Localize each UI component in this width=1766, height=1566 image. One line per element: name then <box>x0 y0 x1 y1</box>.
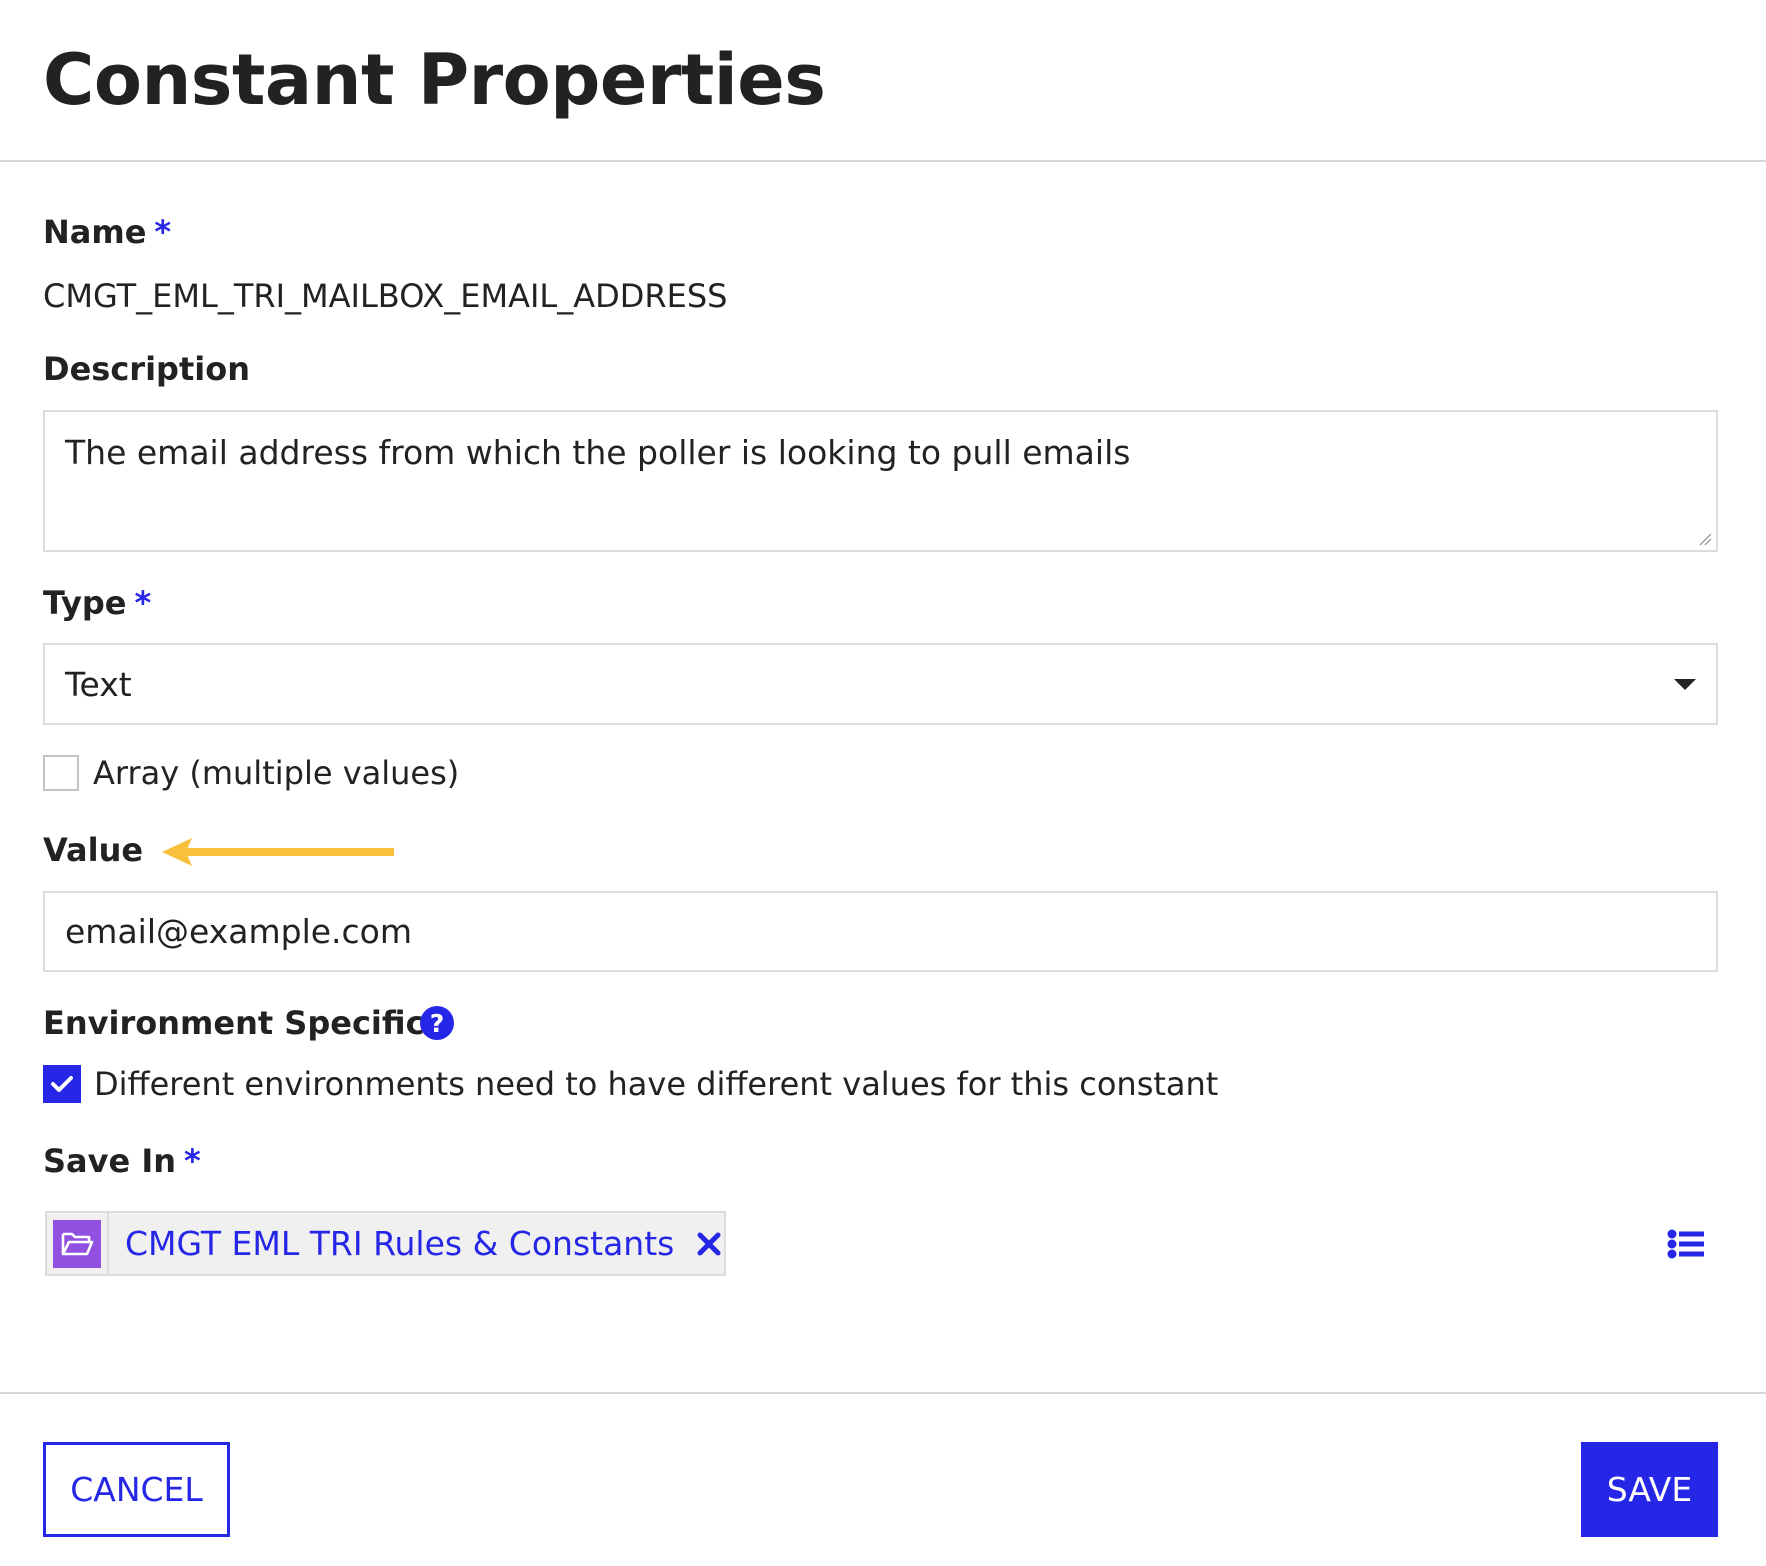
remove-chip-close-icon[interactable] <box>696 1231 722 1257</box>
help-icon[interactable]: ? <box>420 1006 454 1040</box>
value-input[interactable] <box>43 891 1718 972</box>
environment-specific-checkbox-label: Different environments need to have diff… <box>94 1065 1219 1103</box>
name-label: Name * <box>43 212 171 252</box>
name-label-text: Name <box>43 213 147 251</box>
required-marker: * <box>154 213 172 251</box>
environment-specific-checkbox[interactable] <box>43 1065 81 1103</box>
required-marker: * <box>184 1142 201 1180</box>
resize-grip-icon[interactable] <box>1698 532 1712 546</box>
caret-down-icon <box>1674 679 1696 690</box>
header-divider <box>0 160 1766 162</box>
save-in-chip-label[interactable]: CMGT EML TRI Rules & Constants <box>125 1224 674 1263</box>
array-checkbox[interactable] <box>43 755 79 791</box>
annotation-arrow-icon <box>162 838 394 866</box>
checkmark-icon <box>51 1076 73 1092</box>
save-in-label-text: Save In <box>43 1142 177 1180</box>
type-label: Type * <box>43 583 151 623</box>
save-in-label: Save In * <box>43 1141 201 1181</box>
name-value: CMGT_EML_TRI_MAILBOX_EMAIL_ADDRESS <box>43 277 728 315</box>
type-select[interactable]: Text <box>43 643 1718 725</box>
description-label: Description <box>43 350 250 388</box>
footer-divider <box>0 1392 1766 1394</box>
type-select-value: Text <box>65 664 132 704</box>
save-in-chip: CMGT EML TRI Rules & Constants <box>45 1211 726 1276</box>
type-label-text: Type <box>43 584 127 622</box>
environment-specific-label: Environment Specific <box>43 1004 425 1042</box>
save-button[interactable]: SAVE <box>1581 1442 1718 1537</box>
chip-icon-container <box>47 1213 109 1274</box>
page-title: Constant Properties <box>43 39 826 121</box>
list-icon[interactable] <box>1667 1229 1705 1259</box>
folder-open-icon <box>53 1219 101 1268</box>
description-textarea[interactable]: The email address from which the poller … <box>43 410 1718 552</box>
required-marker: * <box>134 584 152 622</box>
array-checkbox-label: Array (multiple values) <box>93 754 460 792</box>
value-label: Value <box>43 831 144 869</box>
cancel-button[interactable]: CANCEL <box>43 1442 230 1537</box>
